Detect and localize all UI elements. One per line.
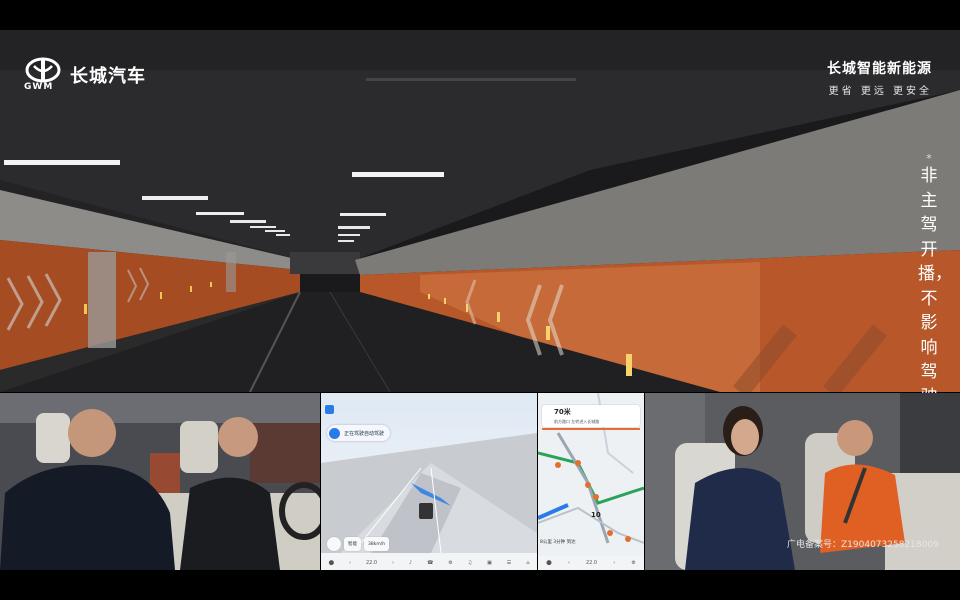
adas-controls: 智能 38km/h (327, 537, 390, 551)
nav-distance: 70米 (554, 408, 571, 416)
tagline-title: 长城智能新能源 (827, 61, 932, 77)
taskbar-item[interactable]: ⚙ (631, 560, 635, 566)
nav-position-marker: 10 (591, 511, 601, 519)
navigation-screen: 70米 前方路口 左转进入长城路 10 8公里 3分钟 到达 ⬤ ‹ 22.0 … (538, 393, 644, 570)
taskbar-temp[interactable]: 22.0 (586, 560, 597, 566)
assistant-icon[interactable] (325, 405, 334, 414)
tagline-sub: 更省 更远 更安全 (828, 86, 932, 97)
cabin-front-scene (0, 393, 320, 570)
disclaimer-mark: * (926, 152, 932, 165)
taskbar-temp[interactable]: 22.0 (366, 560, 377, 566)
livestream-frame: 长城汽车 GWM 长城智能新能源 更省 更远 更安全 * 非主驾开播，不影响驾驶 (0, 0, 960, 600)
adas-home-button[interactable] (327, 537, 341, 551)
adas-mode-button[interactable]: 智能 (344, 537, 361, 551)
nav-taskbar: ⬤ ‹ 22.0 › ⚙ (538, 556, 644, 570)
broadcast-license-watermark: 广电备案号：Z1904073258218009 (787, 540, 939, 550)
taskbar-item[interactable]: ‹ (349, 560, 351, 566)
nav-trip-info: 8公里 3分钟 到达 (540, 540, 576, 545)
taskbar-item[interactable]: ♪ (409, 560, 412, 566)
taskbar-item[interactable]: ⌂ (526, 560, 529, 566)
driving-disclaimer: * 非主驾开播，不影响驾驶 (918, 152, 952, 409)
taskbar-item[interactable]: › (392, 560, 394, 566)
adas-status-label: 正在驾驶自动驾驶 (344, 430, 385, 437)
brand-tagline: 长城智能新能源 更省 更远 更安全 (827, 58, 932, 97)
taskbar-item[interactable]: ☰ (507, 560, 511, 566)
logo-sub: GWM (24, 82, 54, 92)
logo-text: 长城汽车 (70, 66, 146, 87)
taskbar-item[interactable]: ♫ (468, 560, 472, 566)
nav-road-name: 前方路口 左转进入长城路 (554, 419, 600, 424)
center-taskbar: ⬤ ‹ 22.0 › ♪ ☎ ⚙ ♫ ▣ ☰ ⌂ (321, 556, 537, 570)
taskbar-item[interactable]: ‹ (568, 560, 570, 566)
adas-status-icon (329, 427, 340, 439)
taskbar-item[interactable]: ⚙ (448, 560, 452, 566)
adas-speed-button[interactable]: 38km/h (364, 537, 390, 551)
taskbar-item[interactable]: › (613, 560, 615, 566)
cabin-camera-front (0, 393, 320, 570)
taskbar-item[interactable]: ⬤ (328, 560, 334, 566)
taskbar-item[interactable]: ⬤ (546, 560, 552, 566)
center-adas-screen: 正在驾驶自动驾驶 智能 38km/h ⬤ ‹ 22.0 › ♪ ☎ ⚙ ♫ ▣ … (321, 393, 537, 570)
adas-status-chip[interactable]: 正在驾驶自动驾驶 (327, 425, 391, 441)
taskbar-item[interactable]: ☎ (427, 560, 433, 566)
taskbar-item[interactable]: ▣ (487, 560, 492, 566)
